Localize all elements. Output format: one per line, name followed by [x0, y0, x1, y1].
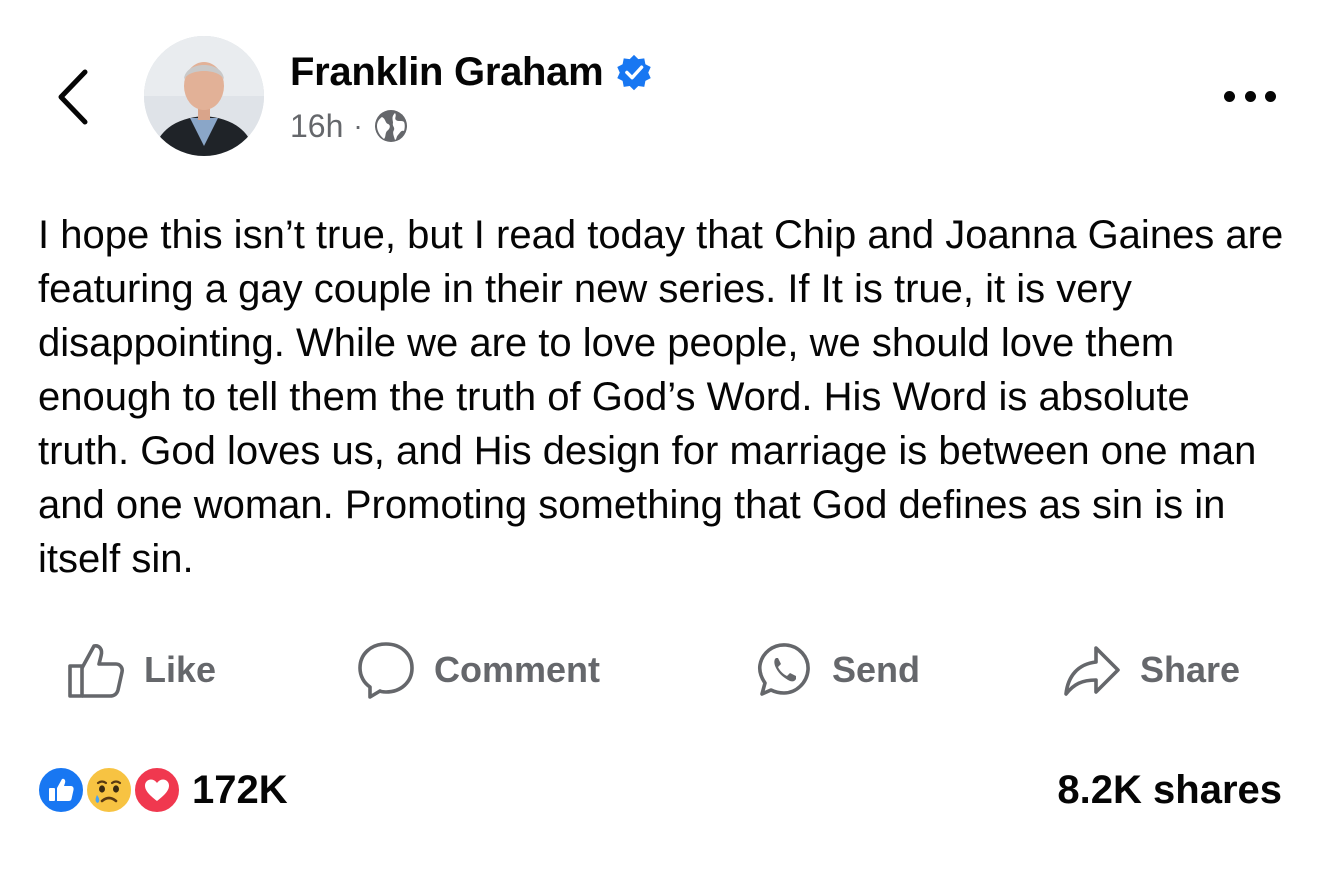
whatsapp-icon [757, 643, 810, 696]
action-bar: Like Comment Send Share [0, 634, 1320, 706]
share-label: Share [1140, 649, 1241, 690]
love-reaction-icon [132, 765, 182, 815]
more-horizontal-icon-dot [1224, 90, 1235, 102]
share-button[interactable]: Share [1062, 634, 1240, 706]
verified-badge-icon [615, 53, 653, 91]
like-reaction-icon [36, 765, 86, 815]
post-text: I hope this isn’t true, but I read today… [38, 213, 1284, 581]
comment-bubble-icon [358, 642, 414, 699]
author-name[interactable]: Franklin Graham [290, 50, 604, 95]
comment-button[interactable]: Comment [356, 634, 600, 706]
more-options-button[interactable] [1218, 76, 1282, 116]
like-label: Like [144, 649, 217, 690]
reaction-count: 172K [192, 767, 288, 812]
send-button[interactable]: Send [754, 634, 920, 706]
more-horizontal-icon-dot [1265, 90, 1276, 102]
sad-reaction-icon [84, 765, 134, 815]
avatar-image [144, 36, 264, 156]
facebook-post: Franklin Graham 16h · I hope this isn’t … [0, 0, 1320, 880]
avatar[interactable] [144, 36, 264, 156]
timestamp[interactable]: 16h [290, 108, 343, 145]
thumbs-up-icon [68, 644, 124, 698]
send-label: Send [832, 649, 921, 690]
back-button[interactable] [44, 62, 100, 132]
post-meta: 16h · [290, 104, 409, 148]
share-arrow-icon [1064, 646, 1120, 696]
comment-label: Comment [434, 649, 601, 690]
chevron-left-icon [58, 69, 88, 125]
globe-icon[interactable] [373, 108, 409, 144]
reactions-summary[interactable]: 172K [36, 762, 288, 818]
more-horizontal-icon-dot [1244, 90, 1256, 102]
shares-count[interactable]: 8.2K shares [1057, 762, 1282, 818]
reaction-icons [36, 765, 182, 815]
meta-separator: · [353, 110, 363, 141]
like-button[interactable]: Like [66, 634, 216, 706]
author-row: Franklin Graham [290, 44, 653, 100]
